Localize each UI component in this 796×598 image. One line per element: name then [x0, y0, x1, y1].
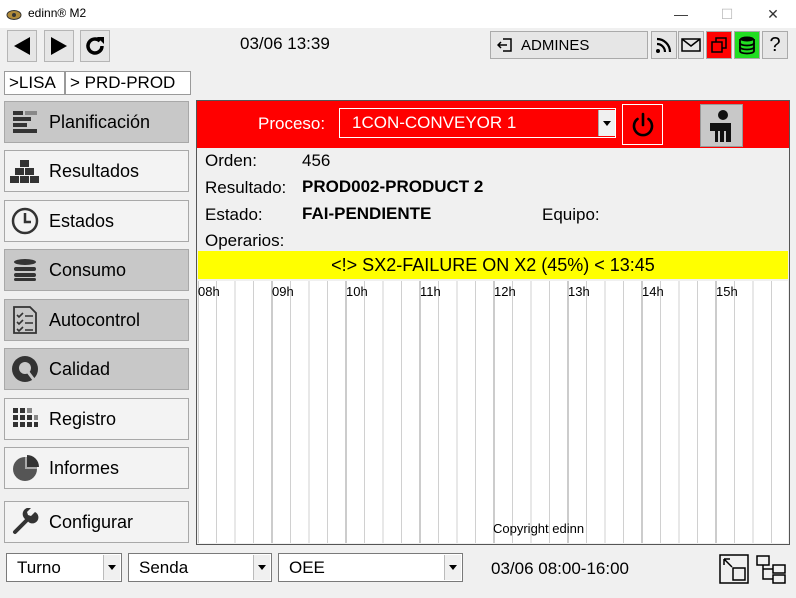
- sidebar-item-label: Resultados: [49, 160, 140, 181]
- sidebar-item-label: Registro: [49, 408, 117, 429]
- windows-button[interactable]: [706, 31, 732, 59]
- senda-value: Senda: [139, 557, 189, 577]
- hierarchy-icon: [756, 555, 786, 584]
- process-select[interactable]: 1CON-CONVEYOR 1: [339, 108, 616, 138]
- mail-button[interactable]: [678, 31, 704, 59]
- refresh-button[interactable]: [80, 30, 110, 62]
- power-icon: [632, 112, 653, 136]
- timeline-chart[interactable]: [197, 281, 788, 543]
- hour-label: 12h: [494, 284, 516, 299]
- pie-chart-icon: [5, 454, 45, 482]
- grid-icon: [5, 406, 45, 432]
- checklist-icon: [5, 305, 45, 335]
- process-selected-value: 1CON-CONVEYOR 1: [352, 113, 517, 132]
- sidebar-item-configurar[interactable]: Configurar: [4, 501, 189, 543]
- clock-icon: [5, 207, 45, 235]
- copy-windows-icon: [711, 37, 727, 53]
- copyright-text: Copyright edinn: [493, 521, 585, 536]
- sidebar-item-label: Estados: [49, 210, 115, 231]
- hour-label: 13h: [568, 284, 590, 299]
- sidebar-item-label: Calidad: [49, 358, 111, 379]
- process-label: Proceso:: [258, 114, 326, 133]
- hour-label: 15h: [716, 284, 738, 299]
- back-arrow-icon: [14, 37, 30, 55]
- window-title: edinn® M2: [28, 6, 87, 20]
- breadcrumb-area[interactable]: > PRD-PROD: [65, 71, 191, 95]
- equipo-label: Equipo:: [542, 205, 600, 224]
- sidebar-item-resultados[interactable]: Resultados: [4, 150, 189, 192]
- help-button[interactable]: ?: [762, 31, 788, 59]
- operarios-label: Operarios:: [205, 231, 285, 250]
- hour-label: 14h: [642, 284, 664, 299]
- hour-label: 09h: [272, 284, 294, 299]
- estado-label: Estado:: [205, 205, 263, 224]
- refresh-icon: [86, 37, 104, 55]
- orden-value: 456: [302, 151, 331, 170]
- expand-icon: [719, 554, 749, 584]
- mail-icon: [681, 38, 701, 52]
- wrench-icon: [5, 508, 45, 536]
- expand-button[interactable]: [718, 553, 750, 585]
- sidebar-item-label: Informes: [49, 457, 120, 478]
- sidebar-item-informes[interactable]: Informes: [4, 447, 189, 489]
- shift-range: 03/06 08:00-16:00: [491, 559, 630, 578]
- sidebar-item-label: Autocontrol: [49, 309, 141, 330]
- sidebar-item-autocontrol[interactable]: Autocontrol: [4, 299, 189, 341]
- hour-label: 11h: [420, 284, 441, 299]
- breadcrumb-site[interactable]: >LISA: [4, 71, 65, 95]
- app-logo-icon: [6, 8, 22, 20]
- oee-select[interactable]: OEE: [278, 553, 463, 582]
- chevron-down-icon: [444, 555, 461, 580]
- results-icon: [5, 158, 45, 184]
- rss-button[interactable]: [651, 31, 677, 59]
- resultado-label: Resultado:: [205, 178, 287, 197]
- maximize-button[interactable]: ☐: [704, 0, 750, 28]
- estado-value: FAI-PENDIENTE: [302, 204, 432, 223]
- oee-value: OEE: [289, 557, 325, 577]
- current-datetime: 03/06 13:39: [240, 34, 330, 53]
- chevron-down-icon: [253, 555, 270, 580]
- sidebar-item-estados[interactable]: Estados: [4, 200, 189, 242]
- senda-select[interactable]: Senda: [128, 553, 272, 582]
- orden-label: Orden:: [205, 151, 257, 170]
- operator-button[interactable]: [700, 104, 743, 147]
- hierarchy-button[interactable]: [755, 553, 787, 585]
- planning-icon: [5, 109, 45, 135]
- operator-icon: [709, 109, 731, 142]
- quality-icon: [5, 354, 45, 384]
- database-status-icon: [739, 36, 755, 55]
- user-name: ADMINES: [521, 36, 590, 54]
- chevron-down-icon: [103, 555, 120, 580]
- forward-arrow-icon: [51, 37, 67, 55]
- minimize-button[interactable]: —: [658, 0, 704, 28]
- sidebar-item-label: Consumo: [49, 259, 127, 280]
- rss-icon: [656, 37, 672, 53]
- database-icon: [5, 258, 45, 282]
- turno-value: Turno: [17, 557, 61, 577]
- back-button[interactable]: [7, 30, 37, 62]
- chevron-down-icon[interactable]: [598, 110, 615, 136]
- power-button[interactable]: [622, 104, 663, 145]
- user-button[interactable]: ADMINES: [490, 31, 648, 59]
- close-button[interactable]: ✕: [750, 0, 796, 28]
- sidebar-item-label: Configurar: [49, 511, 134, 532]
- forward-button[interactable]: [44, 30, 74, 62]
- timeline-grid: [197, 281, 772, 543]
- turno-select[interactable]: Turno: [6, 553, 122, 582]
- resultado-value: PROD002-PRODUCT 2: [302, 177, 484, 196]
- hour-label: 08h: [198, 284, 220, 299]
- sidebar-item-label: Planificación: [49, 111, 151, 132]
- sidebar-item-planificacion[interactable]: Planificación: [4, 101, 189, 143]
- alarm-banner[interactable]: <!> SX2-FAILURE ON X2 (45%) < 13:45: [198, 251, 788, 279]
- database-button[interactable]: [734, 31, 760, 59]
- sidebar-item-calidad[interactable]: Calidad: [4, 348, 189, 390]
- sidebar-item-registro[interactable]: Registro: [4, 398, 189, 440]
- sidebar-item-consumo[interactable]: Consumo: [4, 249, 189, 291]
- hour-label: 10h: [346, 284, 368, 299]
- logout-icon: [497, 38, 512, 52]
